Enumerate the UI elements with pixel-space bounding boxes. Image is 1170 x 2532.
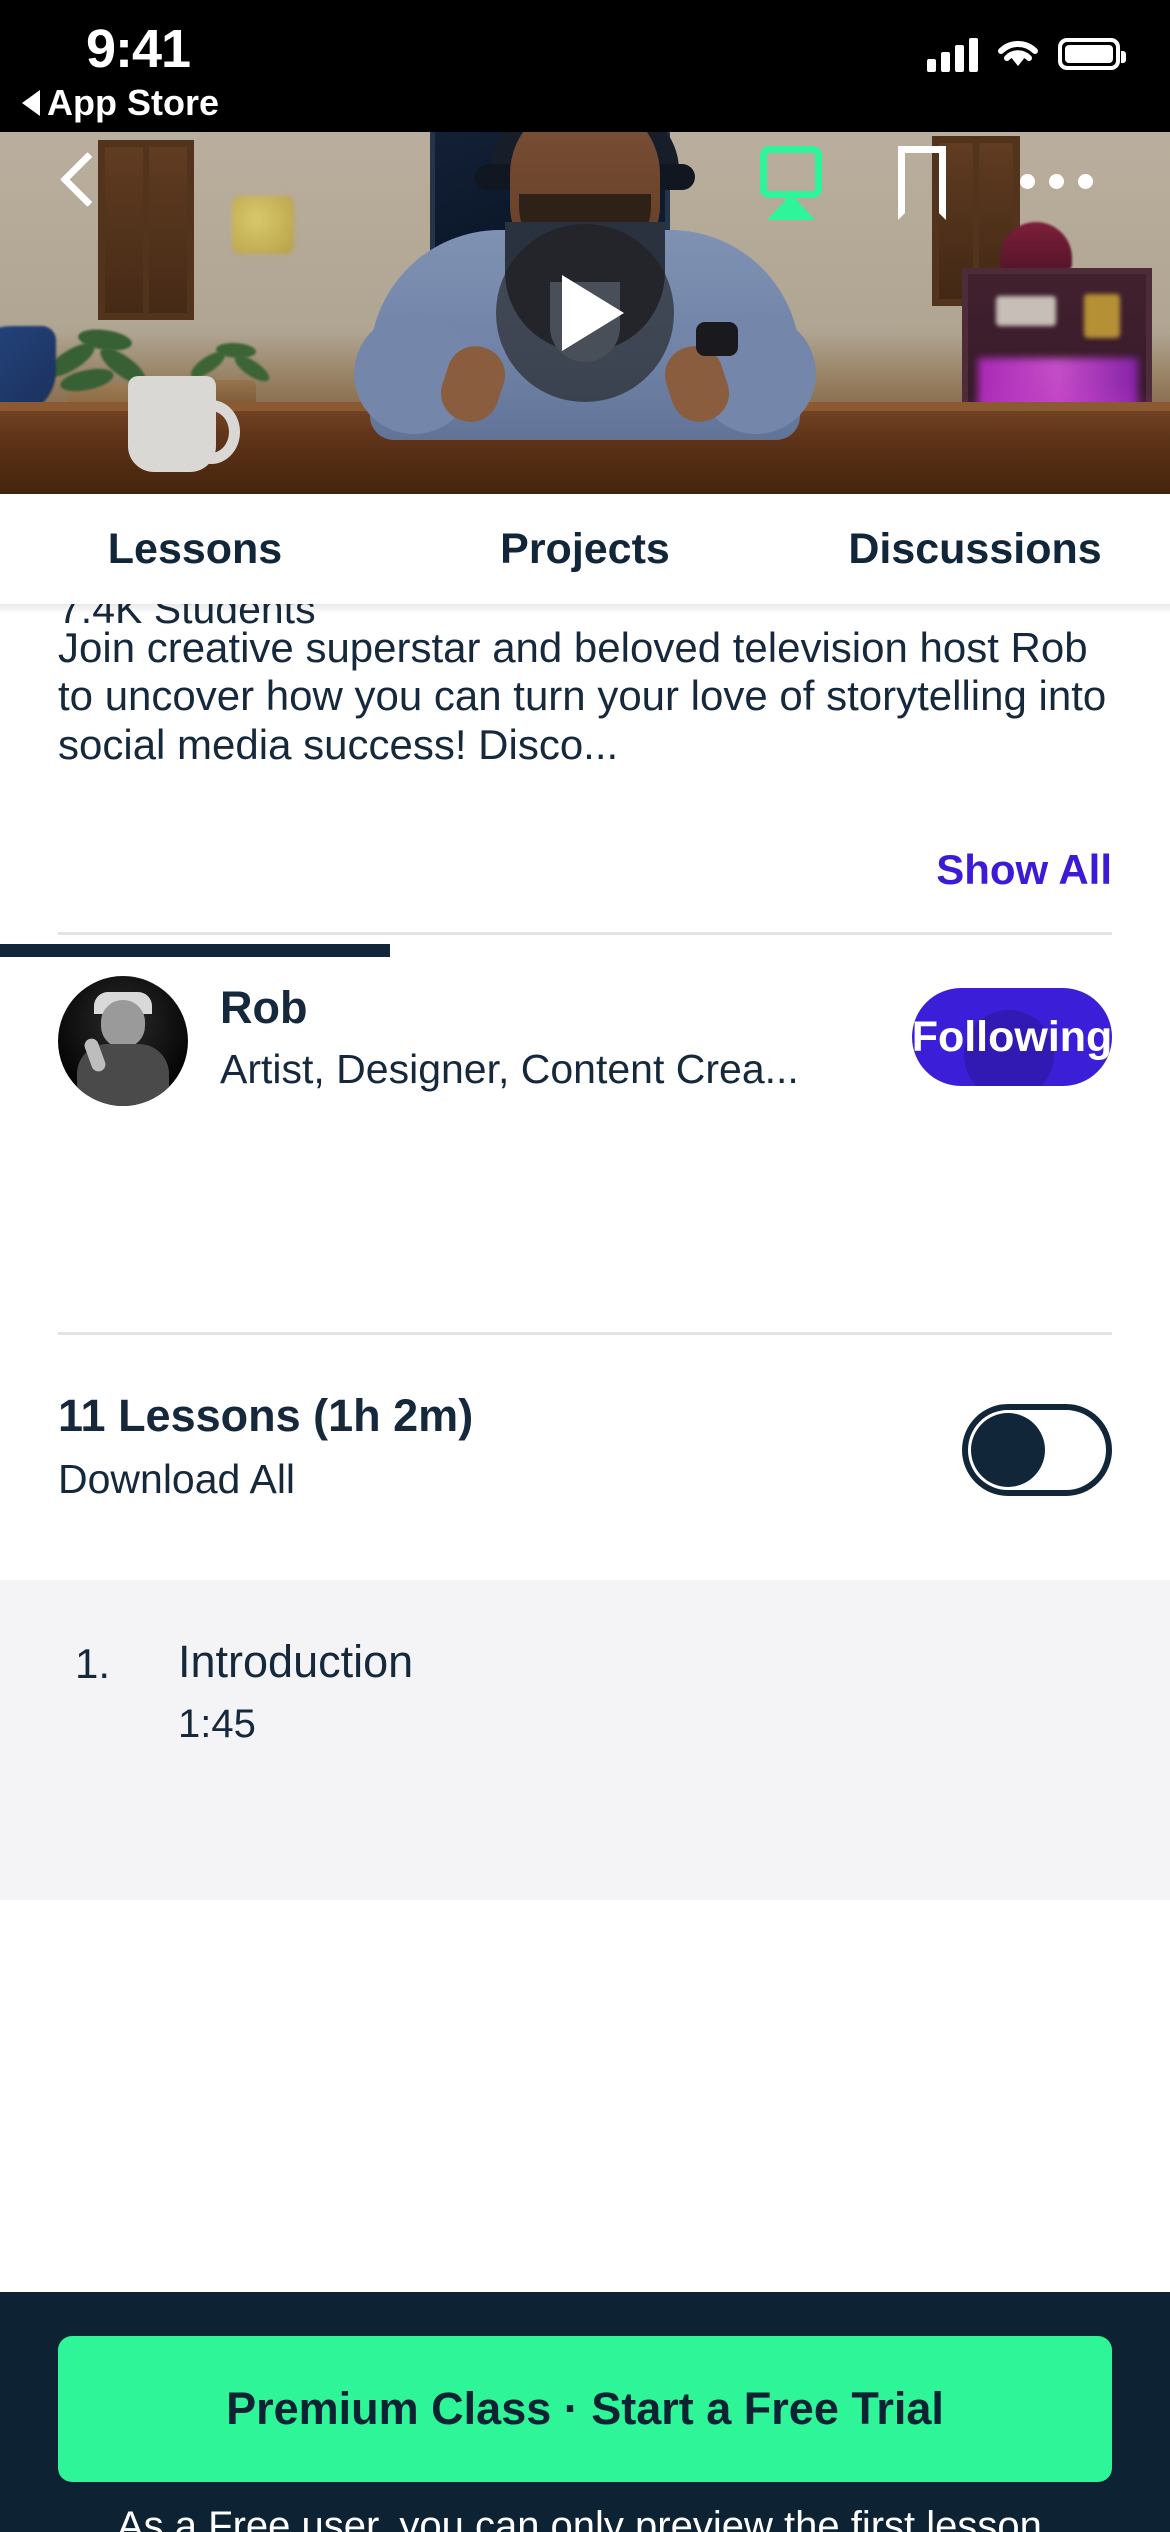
instructor-row[interactable]: Rob Artist, Designer, Content Crea... Fo… [58, 976, 1112, 1116]
free-user-note: As a Free user, you can only preview the… [117, 2504, 1053, 2532]
status-bar-indicators [927, 36, 1126, 72]
airplay-icon[interactable] [760, 146, 822, 220]
download-all-toggle[interactable] [962, 1404, 1112, 1496]
toggle-knob [971, 1413, 1045, 1487]
back-chevron-icon[interactable] [58, 158, 102, 202]
tab-discussions[interactable]: Discussions [780, 525, 1170, 574]
bottom-bar: Premium Class · Start a Free Trial As a … [0, 2292, 1170, 2532]
tab-projects[interactable]: Projects [390, 525, 780, 574]
back-triangle-icon [22, 90, 40, 116]
bookmark-icon[interactable] [898, 146, 946, 220]
wifi-icon [998, 40, 1038, 66]
more-options-icon[interactable] [1020, 174, 1093, 189]
lesson-number: 1. [75, 1640, 111, 1687]
following-button-label: Following [912, 1012, 1112, 1061]
play-icon[interactable] [496, 224, 674, 402]
divider [58, 932, 1112, 935]
status-bar: 9:41 App Store [0, 0, 1170, 132]
lesson-list: 1. Introduction 1:45 [0, 1580, 1170, 1900]
download-all-label: Download All [58, 1456, 296, 1502]
active-tab-indicator [0, 944, 390, 957]
lessons-count-heading: 11 Lessons (1h 2m) [58, 1390, 474, 1441]
following-button[interactable]: Following [912, 988, 1112, 1086]
avatar[interactable] [58, 976, 188, 1106]
instructor-role: Artist, Designer, Content Crea... [220, 1046, 799, 1092]
battery-icon [1058, 38, 1126, 70]
class-description: Join creative superstar and beloved tele… [58, 624, 1107, 768]
instructor-name: Rob [220, 982, 308, 1033]
lesson-duration: 1:45 [178, 1702, 256, 1746]
list-item[interactable]: 1. Introduction 1:45 [0, 1636, 1170, 1780]
lessons-tab-content: 7.4K Students Join creative superstar an… [0, 604, 1170, 2292]
back-app-label: App Store [47, 82, 220, 123]
show-all-button[interactable]: Show All [936, 846, 1112, 894]
start-free-trial-label: Premium Class · Start a Free Trial [226, 2383, 944, 2434]
cellular-signal-icon [927, 36, 978, 72]
status-bar-clock: 9:41 [86, 19, 191, 79]
divider [58, 1332, 1112, 1335]
tab-bar: Lessons Projects Discussions [0, 494, 1170, 604]
lesson-title: Introduction [178, 1636, 414, 1687]
start-free-trial-button[interactable]: Premium Class · Start a Free Trial [58, 2336, 1112, 2482]
back-to-app-store[interactable]: App Store [22, 82, 219, 124]
tab-bar-shadow [0, 604, 1170, 614]
app-screen: 9:41 App Store Lessons Projects Discussi… [0, 0, 1170, 2532]
tab-lessons[interactable]: Lessons [0, 525, 390, 574]
video-player[interactable] [0, 132, 1170, 494]
